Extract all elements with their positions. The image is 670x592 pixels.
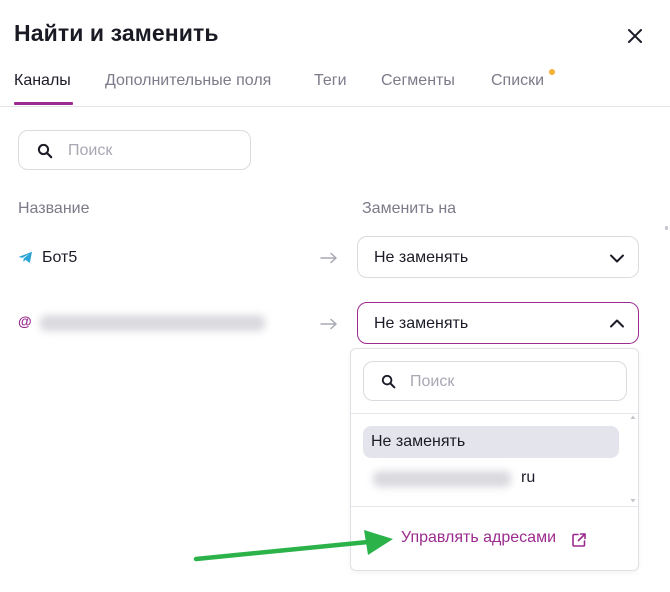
channel-name: Бот5: [42, 249, 78, 266]
redacted-address: [373, 471, 511, 487]
divider: [351, 506, 638, 507]
option-label: ru: [521, 469, 536, 486]
tab-additional-fields[interactable]: Дополнительные поля: [105, 72, 271, 90]
tab-lists[interactable]: Списки: [491, 72, 544, 90]
dropdown-search-input[interactable]: [410, 372, 610, 392]
tab-channels[interactable]: Каналы: [14, 72, 71, 90]
chevron-down-icon: [610, 254, 624, 263]
telegram-icon: [18, 251, 32, 263]
annotation-arrow: [193, 530, 393, 562]
column-header-replace-with: Заменить на: [362, 200, 457, 217]
search-icon: [381, 374, 396, 389]
external-link-icon[interactable]: [571, 532, 587, 548]
divider: [351, 413, 638, 414]
notification-dot: [549, 69, 555, 75]
search-input-wrapper[interactable]: [18, 130, 251, 170]
active-tab-indicator: [14, 102, 73, 105]
chevron-up-icon: [610, 319, 624, 328]
redacted-channel-name: [40, 315, 265, 331]
arrow-right-icon: [320, 318, 337, 330]
close-icon[interactable]: [624, 25, 646, 47]
replace-select[interactable]: Не заменять: [357, 236, 639, 278]
tab-tags[interactable]: Теги: [314, 72, 347, 90]
scroll-indicator: [665, 226, 668, 230]
at-sign-icon: @: [18, 313, 32, 329]
option-label: Не заменять: [371, 433, 466, 450]
replace-select-open[interactable]: Не заменять: [357, 302, 639, 344]
dropdown-search-wrapper[interactable]: [363, 361, 627, 401]
search-input[interactable]: [68, 141, 238, 161]
tab-segments[interactable]: Сегменты: [381, 72, 455, 90]
select-value: Не заменять: [374, 249, 469, 266]
arrow-right-icon: [320, 252, 337, 264]
tab-bar: Каналы Дополнительные поля Теги Сегменты…: [0, 60, 670, 107]
scrollbar[interactable]: [629, 413, 637, 505]
column-header-name: Название: [18, 200, 90, 217]
dialog-title: Найти и заменить: [14, 20, 219, 46]
manage-addresses-link[interactable]: Управлять адресами: [401, 529, 556, 547]
dropdown-option-no-replace[interactable]: Не заменять: [363, 426, 619, 458]
select-value: Не заменять: [374, 315, 469, 332]
search-icon: [37, 143, 53, 159]
dropdown-option-address[interactable]: ru: [363, 462, 619, 494]
